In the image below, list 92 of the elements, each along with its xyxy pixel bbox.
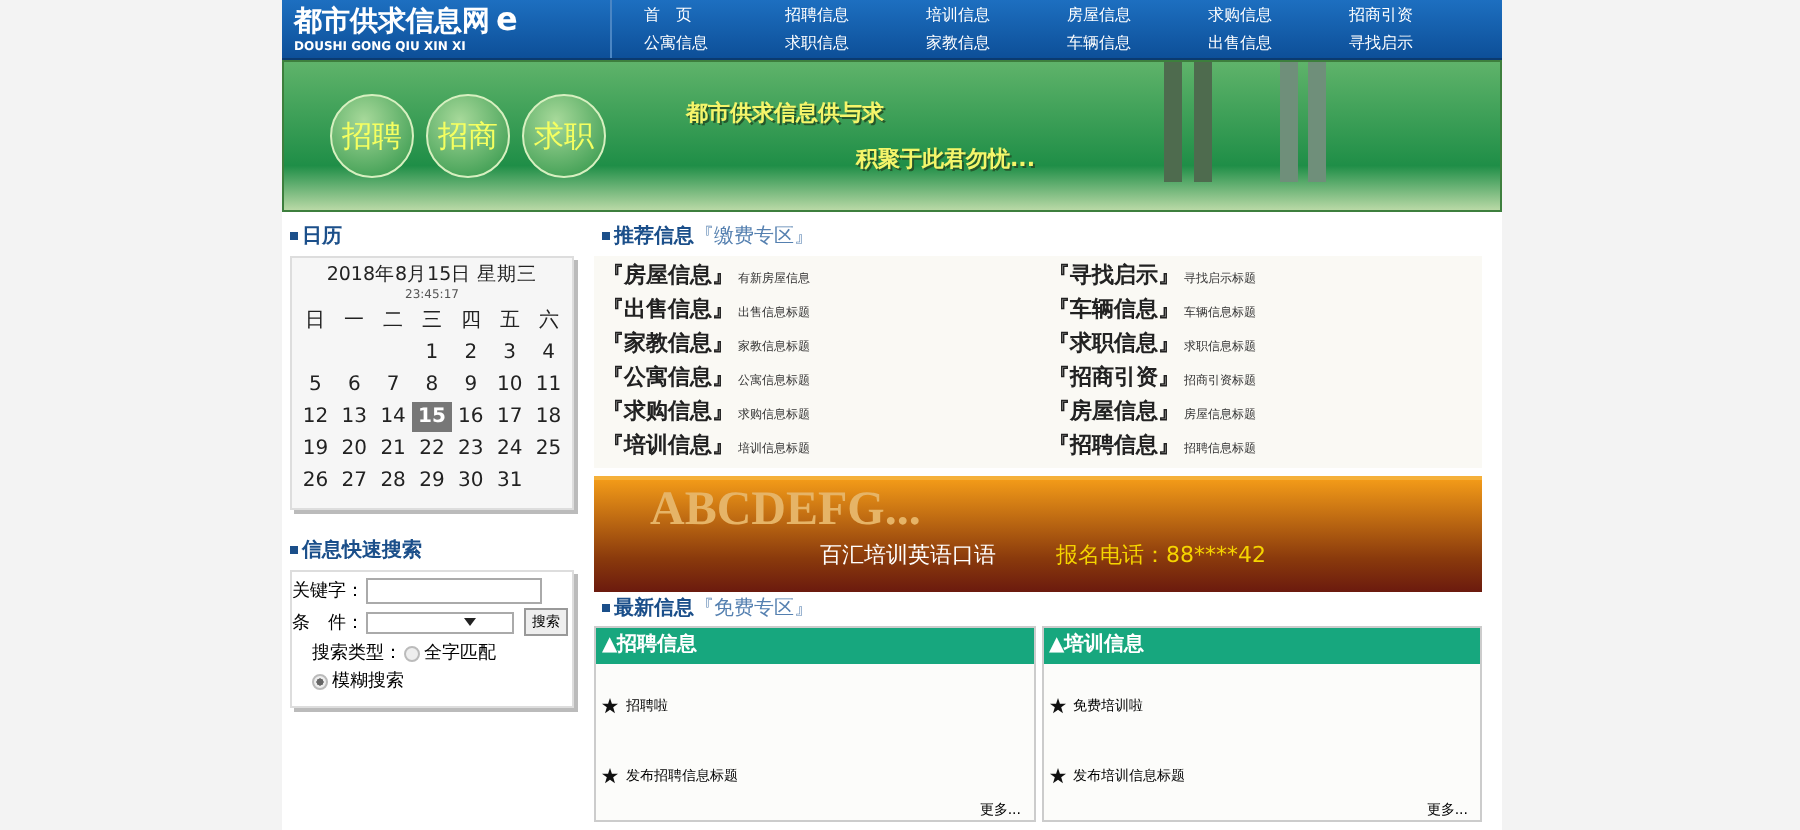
nav-link[interactable]: 车辆信息	[1067, 30, 1208, 58]
weekday-label: 五	[497, 308, 522, 336]
weekday-label: 三	[419, 308, 444, 336]
category-link[interactable]: 『培训信息』	[602, 430, 734, 460]
calendar-day[interactable]: 28	[373, 466, 413, 496]
weekday-label: 六	[536, 307, 561, 336]
calendar-day[interactable]: 18	[529, 402, 568, 432]
weekday-label: 二	[381, 308, 406, 336]
calendar-day[interactable]: 7	[373, 370, 413, 400]
calendar-day[interactable]: 16	[451, 402, 491, 432]
weekday-label: 一	[342, 308, 367, 336]
nav-link[interactable]: 求购信息	[1208, 2, 1349, 30]
section-title: 推荐信息	[614, 223, 694, 250]
nav-link[interactable]: 家教信息	[926, 30, 1067, 58]
calendar-day[interactable]: 29	[412, 466, 452, 496]
calendar-day[interactable]: 27	[334, 466, 374, 496]
nav-link[interactable]: 公寓信息	[644, 30, 785, 58]
nav-link[interactable]: 招聘信息	[785, 2, 926, 30]
radio-label: 全字匹配	[424, 641, 496, 666]
zone-label: 『缴费专区』	[694, 223, 814, 250]
category-link[interactable]: 『房屋信息』	[602, 260, 734, 290]
star-icon	[1049, 698, 1065, 714]
field-label: 关键字：	[292, 579, 364, 604]
calendar-day[interactable]: 12	[296, 402, 335, 432]
calendar-day[interactable]: 9	[451, 370, 491, 400]
calendar-day[interactable]: 19	[296, 434, 335, 464]
star-icon	[602, 698, 618, 714]
calendar-day[interactable]: 21	[373, 434, 413, 464]
nav-link[interactable]: 求职信息	[785, 30, 926, 58]
banner-slogan: 都市供求信息供与求	[686, 98, 886, 128]
calendar-day[interactable]: 11	[529, 370, 568, 400]
calendar-day[interactable]: 20	[334, 434, 374, 464]
radio-button[interactable]	[312, 673, 328, 689]
site-logo[interactable]: 都市供求信息网	[294, 6, 490, 40]
calendar-day[interactable]: 31	[490, 466, 530, 496]
panel-header: ▲培训信息	[1043, 628, 1480, 664]
nav-link[interactable]: 寻找启示	[1349, 30, 1490, 58]
field-label: 搜索类型：	[312, 641, 402, 666]
calendar-day[interactable]: 22	[412, 434, 452, 464]
field-label: 条 件：	[292, 611, 364, 635]
category-link[interactable]: 『招聘信息』	[1048, 430, 1180, 460]
dropdown-icon	[464, 618, 476, 626]
ad-text: 百汇培训英语口语	[820, 540, 996, 570]
category-link[interactable]: 『车辆信息』	[1048, 294, 1180, 324]
category-link[interactable]: 『出售信息』	[602, 294, 734, 324]
weekday-label: 四	[458, 308, 483, 336]
calendar-day[interactable]: 3	[490, 338, 530, 368]
section-title: 最新信息	[614, 594, 694, 622]
category-link[interactable]: 『家教信息』	[602, 328, 734, 358]
nav-link[interactable]: 培训信息	[926, 2, 1067, 30]
category-link[interactable]: 『公寓信息』	[602, 362, 734, 392]
banner-slogan: 积聚于此君勿忧...	[856, 144, 1036, 174]
calendar-day[interactable]: 14	[373, 402, 413, 432]
calendar-day[interactable]: 23	[451, 434, 491, 464]
nav-link[interactable]: 首 页	[644, 2, 785, 30]
nav-link[interactable]: 招商引资	[1349, 2, 1490, 30]
calendar-day[interactable]: 2	[451, 338, 491, 368]
calendar-day[interactable]: 24	[490, 434, 530, 464]
radio-label: 模糊搜索	[332, 669, 404, 694]
calendar-day[interactable]: 30	[451, 466, 491, 496]
calendar-day[interactable]: 5	[296, 370, 335, 400]
ad-headline: ABCDEFG...	[650, 482, 923, 540]
calendar-day[interactable]: 15	[412, 402, 452, 432]
calendar-day[interactable]: 6	[334, 370, 374, 400]
calendar-date: 2018年8月15日 星期三	[324, 262, 540, 288]
category-link[interactable]: 『招商引资』	[1048, 362, 1180, 392]
condition-select[interactable]	[366, 611, 514, 633]
star-icon	[602, 768, 618, 784]
nav-link[interactable]: 出售信息	[1208, 30, 1349, 58]
calendar-day[interactable]: 10	[490, 370, 530, 400]
radio-button[interactable]	[404, 645, 420, 661]
calendar-day[interactable]: 1	[412, 338, 452, 368]
keyword-input[interactable]	[366, 578, 542, 604]
weekday-label: 日	[303, 308, 328, 336]
category-link[interactable]: 『房屋信息』	[1048, 396, 1180, 426]
logo-mark: e	[496, 2, 518, 36]
ad-phone: 报名电话：88****42	[1056, 540, 1266, 570]
panel-header: ▲招聘信息	[596, 628, 1033, 664]
nav-link[interactable]: 房屋信息	[1067, 2, 1208, 30]
category-link[interactable]: 『求职信息』	[1048, 328, 1180, 358]
category-link[interactable]: 『寻找启示』	[1048, 260, 1180, 290]
calendar-day[interactable]: 25	[529, 434, 568, 464]
calendar-day[interactable]: 4	[529, 338, 568, 368]
section-title: 信息快速搜索	[302, 537, 422, 564]
section-title: 日历	[302, 224, 342, 250]
star-icon	[1049, 768, 1065, 784]
calendar-day[interactable]: 8	[412, 370, 452, 400]
calendar-day[interactable]: 13	[334, 402, 374, 432]
category-link[interactable]: 『求购信息』	[602, 396, 734, 426]
calendar-day[interactable]: 17	[490, 402, 530, 432]
zone-label: 『免费专区』	[694, 595, 814, 622]
calendar-day[interactable]: 26	[296, 466, 335, 496]
